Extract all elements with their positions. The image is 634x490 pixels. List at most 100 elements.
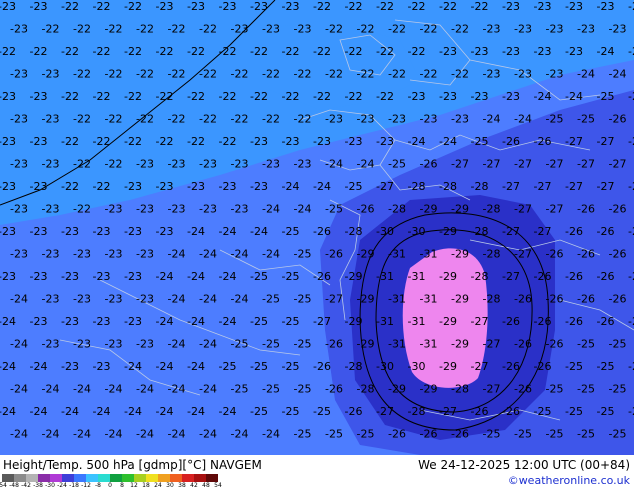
temperature-value: -22	[231, 113, 249, 126]
temperature-value: -22	[136, 23, 154, 36]
temperature-value: -22	[294, 68, 312, 81]
temperature-value: -22	[61, 45, 79, 58]
temperature-value: -26	[609, 203, 627, 216]
temperature-value: -28	[408, 180, 426, 193]
temperature-value: -25	[250, 315, 268, 328]
temperature-value: -24	[219, 270, 237, 283]
legend-swatch	[50, 474, 62, 482]
temperature-value: -29	[451, 203, 469, 216]
temperature-value: -22	[282, 90, 300, 103]
legend-swatch	[26, 474, 38, 482]
temperature-value: -29	[345, 315, 363, 328]
temperature-value: -25	[534, 405, 552, 418]
temperature-value: -25	[231, 383, 249, 396]
temperature-value: -23	[187, 180, 205, 193]
temperature-value: -23	[565, 45, 583, 58]
temperature-value: -25	[609, 338, 627, 351]
temperature-value: -31	[388, 338, 406, 351]
temperature-value: -23	[0, 225, 16, 238]
temperature-value: -23	[219, 0, 237, 13]
temperature-value: -23	[471, 45, 489, 58]
temperature-value: -25	[597, 360, 615, 373]
temperature-value: -24	[628, 0, 634, 13]
legend-tick-label: 8	[120, 482, 124, 489]
temperature-value: -23	[93, 360, 111, 373]
temperature-value: -22	[294, 113, 312, 126]
legend-swatch	[158, 474, 170, 482]
temperature-value: -29	[357, 338, 375, 351]
temperature-value: -27	[597, 180, 615, 193]
temperature-value: -26	[388, 428, 406, 441]
temperature-value: -22	[345, 45, 363, 58]
temperature-value: -23	[61, 315, 79, 328]
temperature-value: -23	[187, 0, 205, 13]
temperature-value: -22	[219, 45, 237, 58]
temperature-value: -23	[0, 135, 16, 148]
temperature-value: -22	[61, 180, 79, 193]
temperature-value: -22	[42, 23, 60, 36]
legend-tick-label: -30	[45, 482, 55, 489]
temperature-value: -26	[534, 135, 552, 148]
temperature-value: -24	[105, 428, 123, 441]
temperature-value: -30	[376, 225, 394, 238]
temperature-value: -24	[357, 158, 375, 171]
temperature-value: -29	[388, 383, 406, 396]
temperature-value: -23	[408, 90, 426, 103]
temperature-value: -30	[408, 360, 426, 373]
temperature-value: -28	[408, 405, 426, 418]
temperature-value: -23	[10, 113, 28, 126]
temperature-value: -23	[502, 90, 520, 103]
temperature-value: -25	[325, 203, 343, 216]
temperature-value: -26	[420, 428, 438, 441]
temperature-value: -26	[325, 383, 343, 396]
temperature-value: -24	[187, 315, 205, 328]
temperature-field: -23-23-22-22-22-23-23-23-23-23-22-22-22-…	[0, 0, 634, 455]
temperature-value: -23	[73, 293, 91, 306]
temperature-value: -23	[597, 0, 615, 13]
temperature-value: -23	[357, 113, 375, 126]
temperature-value: -23	[124, 180, 142, 193]
temperature-value: -23	[294, 23, 312, 36]
temperature-value: -26	[514, 293, 532, 306]
temperature-value: -24	[168, 248, 186, 261]
temperature-value: -25	[628, 360, 634, 373]
temperature-value: -24	[73, 428, 91, 441]
temperature-value: -27	[439, 405, 457, 418]
temperature-value: -26	[565, 225, 583, 238]
temperature-value: -22	[136, 113, 154, 126]
temperature-value: -23	[294, 158, 312, 171]
temperature-value: -28	[471, 180, 489, 193]
temperature-value: -23	[10, 68, 28, 81]
temperature-value: -24	[231, 293, 249, 306]
credit-link[interactable]: ©weatheronline.co.uk	[508, 474, 630, 487]
temperature-value: -26	[514, 338, 532, 351]
temperature-value: -25	[294, 293, 312, 306]
temperature-value: -24	[30, 360, 48, 373]
temperature-value: -24	[156, 315, 174, 328]
temperature-value: -22	[420, 68, 438, 81]
temperature-value: -25	[250, 360, 268, 373]
temperature-value: -29	[420, 383, 438, 396]
temperature-value: -24	[597, 45, 615, 58]
temperature-value: -22	[168, 113, 186, 126]
temperature-value: -31	[388, 248, 406, 261]
temperature-value: -22	[451, 68, 469, 81]
temperature-value: -22	[136, 68, 154, 81]
temperature-value: -22	[250, 90, 268, 103]
temperature-value: -23	[420, 113, 438, 126]
temperature-value: -26	[609, 293, 627, 306]
temperature-value: -24	[187, 405, 205, 418]
temperature-value: -23	[156, 0, 174, 13]
temperature-value: -22	[187, 135, 205, 148]
temperature-value: -27	[534, 225, 552, 238]
temperature-value: -31	[420, 338, 438, 351]
temperature-value: -22	[388, 23, 406, 36]
legend-swatch	[134, 474, 146, 482]
temperature-value: -24	[628, 45, 634, 58]
temperature-value: -23	[325, 113, 343, 126]
temperature-value: -25	[577, 338, 595, 351]
temperature-value: -29	[439, 225, 457, 238]
map-title: Height/Temp. 500 hPa [gdmp][°C] NAVGEM	[3, 458, 262, 472]
temperature-value: -22	[124, 0, 142, 13]
temperature-value: -24	[199, 293, 217, 306]
